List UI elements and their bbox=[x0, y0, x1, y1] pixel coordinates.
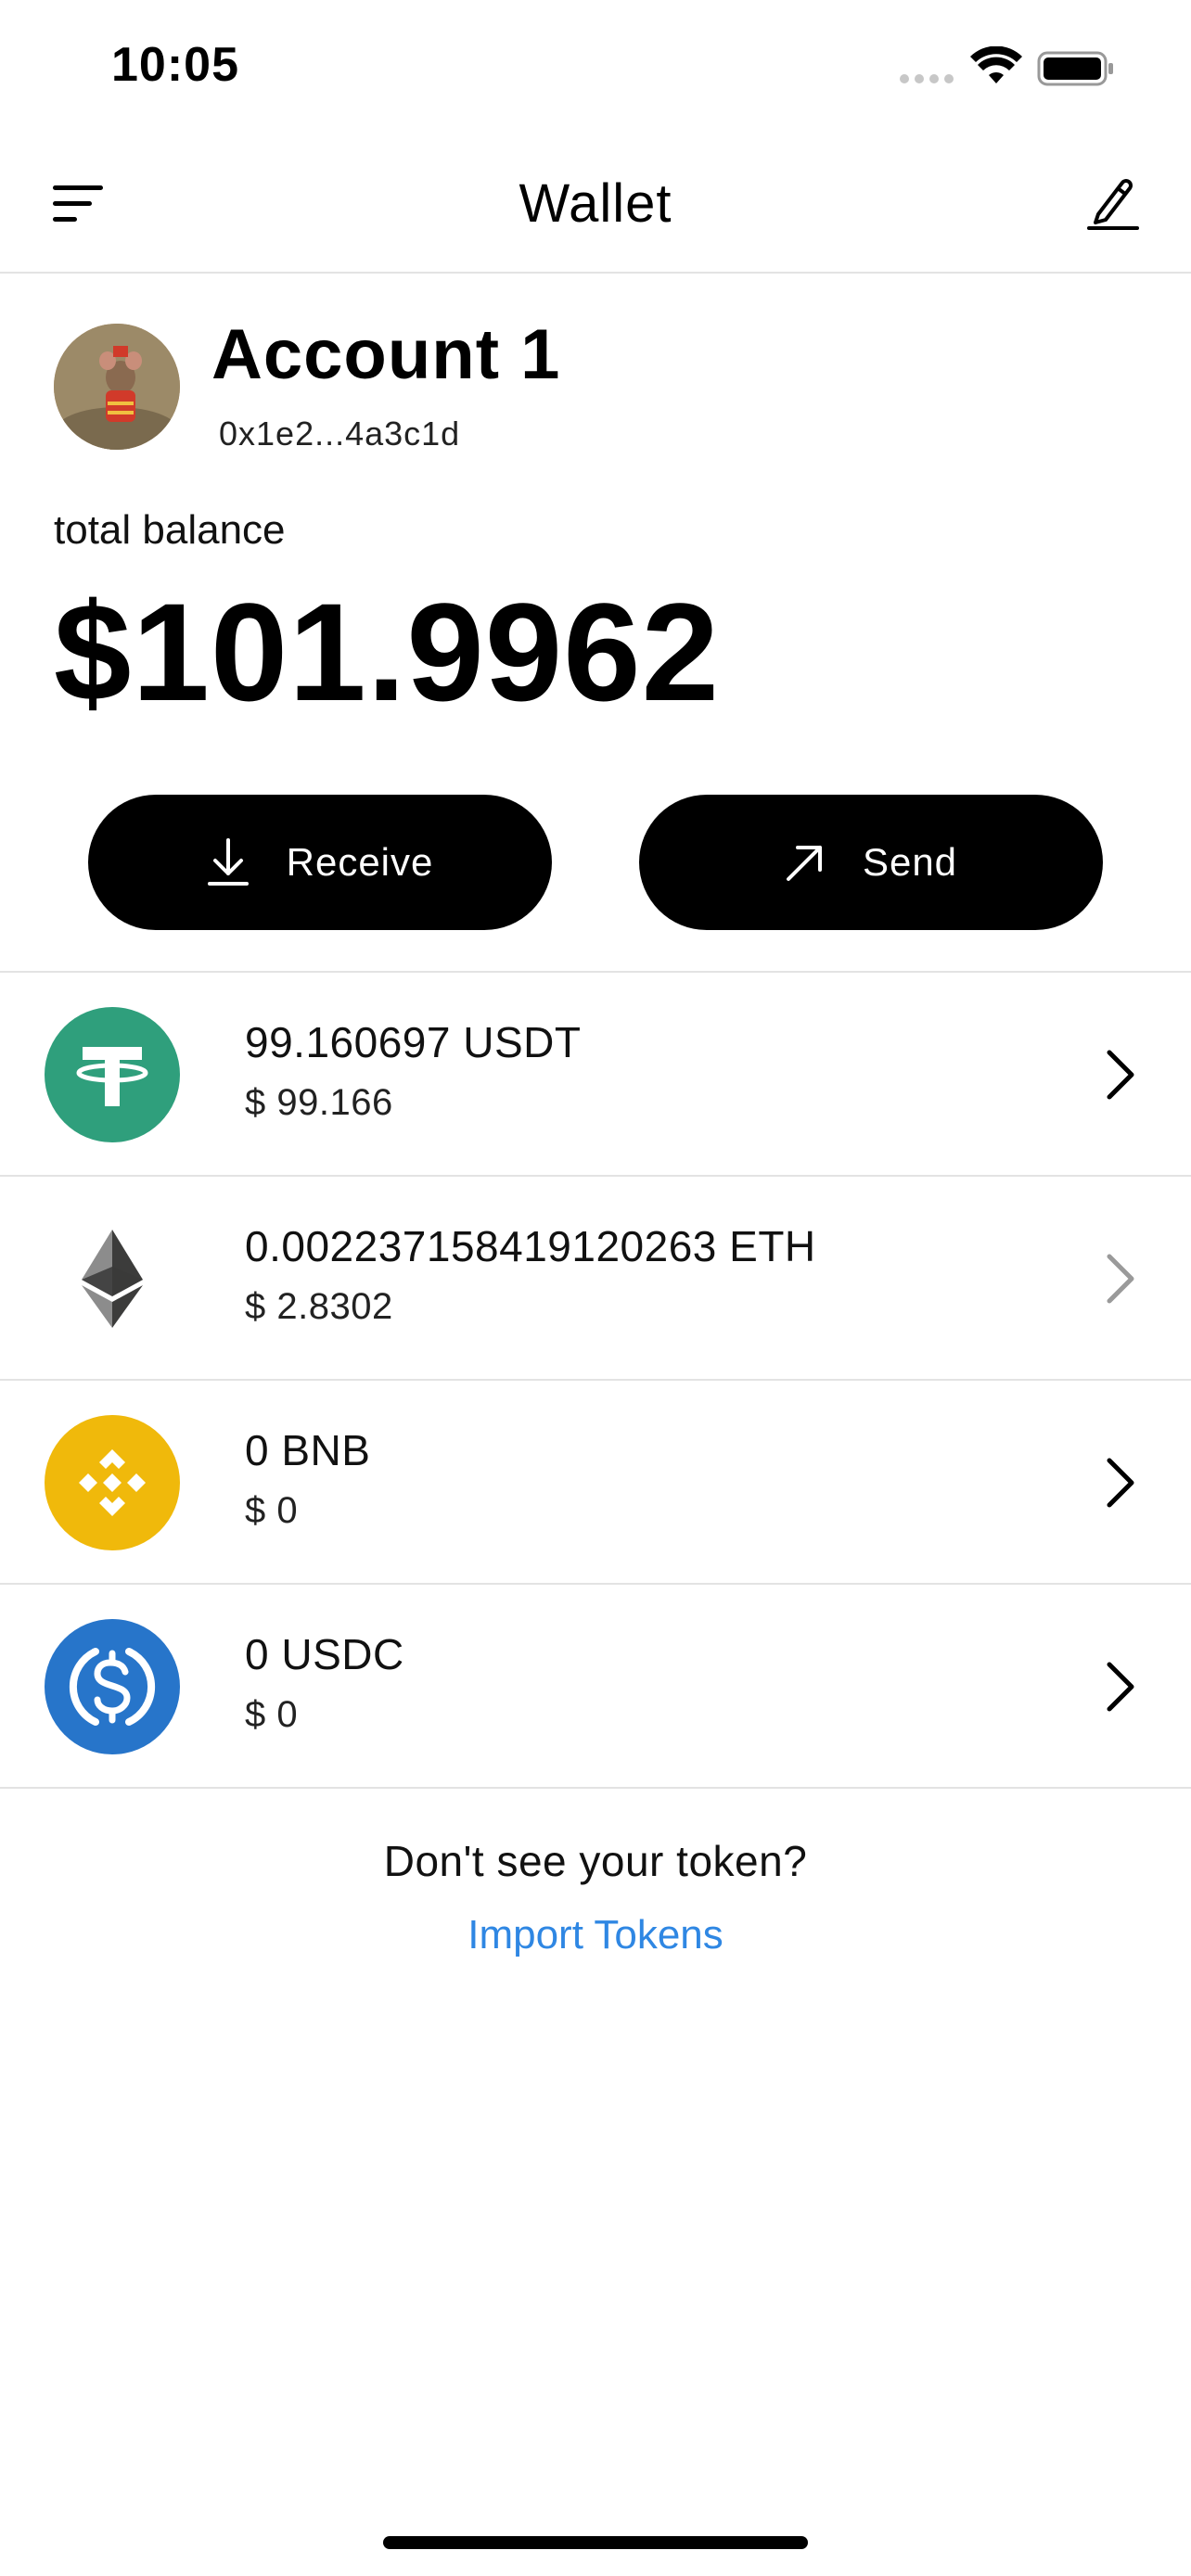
download-icon bbox=[207, 838, 249, 886]
wifi-icon bbox=[970, 46, 1022, 83]
token-row-usdc[interactable]: 0 USDC $ 0 bbox=[0, 1585, 1191, 1789]
token-row-usdt[interactable]: 99.160697 USDT $ 99.166 bbox=[0, 973, 1191, 1177]
token-amount: 0.002237158419120263 ETH bbox=[245, 1222, 816, 1270]
menu-button[interactable] bbox=[46, 162, 111, 246]
send-button[interactable]: Send bbox=[639, 795, 1103, 930]
token-usd-value: $ 0 bbox=[245, 1694, 299, 1735]
account-address[interactable]: 0x1e2...4a3c1d bbox=[219, 414, 460, 453]
balance-label: total balance bbox=[54, 507, 286, 553]
token-row-bnb[interactable]: 0 BNB $ 0 bbox=[0, 1381, 1191, 1585]
chevron-right-icon bbox=[1107, 1458, 1134, 1508]
send-button-label: Send bbox=[862, 840, 958, 884]
token-amount: 99.160697 USDT bbox=[245, 1018, 582, 1066]
chevron-right-icon bbox=[1107, 1254, 1134, 1304]
missing-token-text: Don't see your token? bbox=[383, 1837, 808, 1885]
token-usd-value: $ 99.166 bbox=[245, 1082, 393, 1123]
edit-button[interactable] bbox=[1076, 158, 1150, 250]
token-amount: 0 USDC bbox=[245, 1630, 404, 1678]
token-row-eth[interactable]: 0.002237158419120263 ETH $ 2.8302 bbox=[0, 1177, 1191, 1381]
status-bar: 10:05 bbox=[0, 0, 1191, 134]
account-name[interactable]: Account 1 bbox=[211, 314, 560, 395]
nav-header: Wallet bbox=[0, 134, 1191, 274]
avatar[interactable] bbox=[54, 324, 180, 450]
usdc-icon bbox=[45, 1619, 180, 1754]
chevron-right-icon bbox=[1107, 1662, 1134, 1712]
page-title: Wallet bbox=[519, 173, 672, 234]
balance-value: $101.9962 bbox=[54, 574, 721, 730]
status-time: 10:05 bbox=[111, 38, 239, 92]
tether-icon bbox=[45, 1007, 180, 1142]
token-list: 99.160697 USDT $ 99.166 0.00223715841912… bbox=[0, 971, 1191, 1789]
cellular-signal-icon bbox=[900, 74, 955, 85]
import-tokens-link[interactable]: Import Tokens bbox=[0, 1912, 1191, 1958]
bnb-icon bbox=[45, 1415, 180, 1550]
avatar-image bbox=[54, 324, 180, 450]
receive-button[interactable]: Receive bbox=[88, 795, 552, 930]
arrow-up-right-icon bbox=[786, 846, 822, 881]
receive-button-label: Receive bbox=[286, 840, 434, 884]
menu-icon bbox=[53, 185, 103, 222]
token-amount: 0 BNB bbox=[245, 1426, 371, 1474]
account-section: Account 1 0x1e2...4a3c1d total balance $… bbox=[0, 275, 1191, 971]
ethereum-icon bbox=[45, 1211, 180, 1346]
chevron-right-icon bbox=[1107, 1050, 1134, 1100]
edit-icon bbox=[1087, 179, 1139, 230]
token-usd-value: $ 0 bbox=[245, 1490, 299, 1531]
home-indicator[interactable] bbox=[383, 2536, 808, 2549]
token-usd-value: $ 2.8302 bbox=[245, 1286, 393, 1327]
battery-icon bbox=[1037, 51, 1113, 86]
